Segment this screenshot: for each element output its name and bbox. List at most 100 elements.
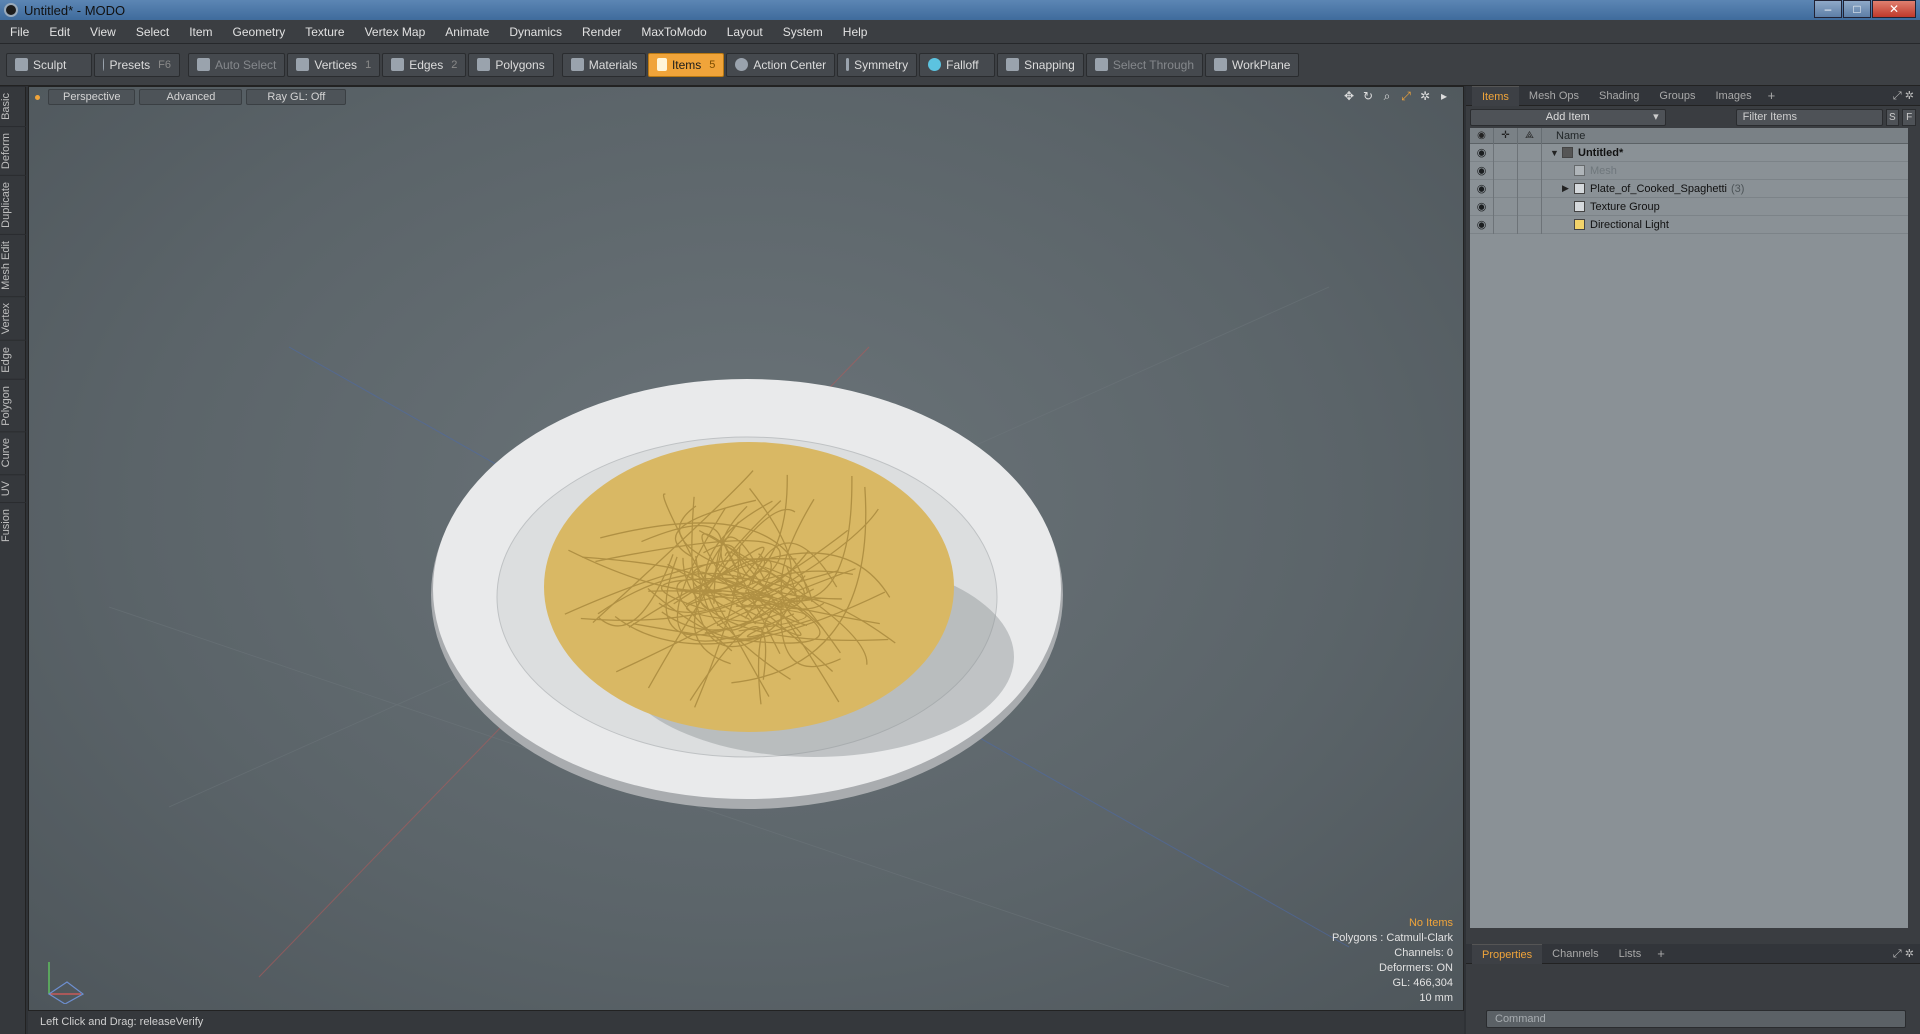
raygl-toggle[interactable]: Ray GL: Off — [246, 89, 347, 105]
rotate-icon[interactable]: ↻ — [1361, 89, 1375, 103]
viewport-settings-icon[interactable]: ✲ — [1418, 89, 1432, 103]
workplane-icon — [1214, 58, 1227, 71]
tab-properties[interactable]: Properties — [1472, 943, 1543, 964]
tab-channels[interactable]: Channels — [1542, 944, 1608, 964]
fit-view-icon[interactable]: ⤢ — [1399, 89, 1413, 103]
edges-shortcut: 2 — [451, 58, 458, 71]
3d-viewport[interactable]: Perspective Advanced Ray GL: Off ✥ ↻ ⌕ ⤢… — [28, 86, 1464, 1011]
symmetry-button[interactable]: Symmetry — [837, 52, 918, 77]
tree-item-label: Texture Group — [1590, 200, 1660, 213]
menu-maxtomodo[interactable]: MaxToModo — [631, 25, 716, 39]
panel-options-icon[interactable]: ⤢ ✲ — [1893, 89, 1914, 103]
materials-button[interactable]: Materials — [561, 52, 647, 77]
tab-polygon[interactable]: Polygon — [0, 378, 26, 432]
menu-render[interactable]: Render — [572, 25, 631, 39]
tab-mesh-ops[interactable]: Mesh Ops — [1519, 86, 1589, 106]
visibility-eye-icon[interactable]: ◉ — [1470, 161, 1494, 180]
sculpt-button[interactable]: Sculpt — [6, 52, 92, 77]
tab-shading[interactable]: Shading — [1589, 86, 1649, 106]
menu-geometry[interactable]: Geometry — [223, 25, 296, 39]
tab-basic[interactable]: Basic — [0, 86, 26, 126]
menu-select[interactable]: Select — [126, 25, 179, 39]
filter-items-input[interactable]: Filter Items — [1735, 108, 1883, 126]
visibility-eye-icon[interactable]: ◉ — [1470, 179, 1494, 198]
action-center-button[interactable]: Action Center — [726, 52, 836, 77]
left-tool-tabs: Basic Deform Duplicate Mesh Edit Vertex … — [0, 86, 26, 1034]
filter-f-button[interactable]: F — [1902, 108, 1916, 126]
menu-item[interactable]: Item — [179, 25, 222, 39]
menu-layout[interactable]: Layout — [717, 25, 773, 39]
collapse-arrow-icon[interactable]: ▼ — [1550, 148, 1562, 158]
menu-animate[interactable]: Animate — [435, 25, 499, 39]
edges-button[interactable]: Edges 2 — [382, 52, 467, 77]
command-input[interactable]: Command — [1486, 1010, 1906, 1028]
tab-lists[interactable]: Lists — [1609, 944, 1652, 964]
properties-panel-tabs: Properties Channels Lists + ⤢ ✲ — [1466, 943, 1920, 964]
workplane-button[interactable]: WorkPlane — [1205, 52, 1300, 77]
name-column-header[interactable]: Name — [1542, 130, 1585, 142]
tab-duplicate[interactable]: Duplicate — [0, 174, 26, 234]
menu-help[interactable]: Help — [833, 25, 878, 39]
shading-style-dropdown[interactable]: Advanced — [139, 89, 243, 105]
tab-mesh-edit[interactable]: Mesh Edit — [0, 233, 26, 296]
tree-row-scene[interactable]: ◉ ▼ Untitled* — [1470, 143, 1908, 162]
zoom-icon[interactable]: ⌕ — [1380, 89, 1394, 103]
visibility-eye-icon[interactable]: ◉ — [1470, 215, 1494, 234]
minimize-button[interactable]: – — [1814, 0, 1842, 18]
menu-system[interactable]: System — [773, 25, 833, 39]
tree-row-texture-group[interactable]: ◉ Texture Group — [1470, 197, 1908, 216]
light-icon — [1574, 219, 1585, 230]
tab-fusion[interactable]: Fusion — [0, 502, 26, 549]
add-tab-icon[interactable]: + — [1762, 88, 1782, 103]
presets-button[interactable]: Presets F6 — [94, 52, 180, 77]
tab-images[interactable]: Images — [1706, 86, 1762, 106]
vertices-button[interactable]: Vertices 1 — [287, 52, 381, 77]
filter-s-button[interactable]: S — [1885, 108, 1900, 126]
items-button[interactable]: Items 5 — [648, 52, 725, 77]
auto-select-button[interactable]: Auto Select — [188, 52, 286, 77]
expand-arrow-icon[interactable]: ▶ — [1562, 183, 1574, 194]
menu-edit[interactable]: Edit — [39, 25, 80, 39]
item-panel-tabs: Items Mesh Ops Shading Groups Images + ⤢… — [1466, 85, 1920, 106]
pan-icon[interactable]: ✥ — [1342, 89, 1356, 103]
visibility-eye-icon[interactable]: ◉ — [1470, 143, 1494, 162]
falloff-label: Falloff — [946, 57, 979, 72]
visibility-column-icon[interactable]: ◉ — [1470, 127, 1494, 144]
menu-file[interactable]: File — [0, 25, 39, 39]
tab-edge[interactable]: Edge — [0, 339, 26, 379]
polygons-button[interactable]: Polygons — [468, 52, 554, 77]
scene-icon — [1562, 147, 1573, 158]
tab-groups[interactable]: Groups — [1649, 86, 1705, 106]
view-type-dropdown[interactable]: Perspective — [48, 89, 136, 105]
tree-row-mesh[interactable]: ◉ Mesh — [1470, 161, 1908, 180]
tree-row-plate[interactable]: ◉ ▶ Plate_of_Cooked_Spaghetti (3) — [1470, 179, 1908, 198]
tab-items[interactable]: Items — [1472, 85, 1519, 106]
menu-dynamics[interactable]: Dynamics — [499, 25, 572, 39]
menu-texture[interactable]: Texture — [295, 25, 354, 39]
tree-row-light[interactable]: ◉ Directional Light — [1470, 215, 1908, 234]
viewport-menu-icon[interactable]: ▸ — [1437, 89, 1451, 103]
add-item-button[interactable]: Add Item — [1470, 108, 1666, 126]
tab-vertex[interactable]: Vertex — [0, 295, 26, 340]
maximize-button[interactable]: □ — [1843, 0, 1871, 18]
action-center-label: Action Center — [753, 57, 827, 72]
snapping-button[interactable]: Snapping — [997, 52, 1084, 77]
lock-column-icon[interactable]: ✛ — [1494, 127, 1518, 144]
panel-options-icon[interactable]: ⤢ ✲ — [1893, 947, 1914, 961]
menu-view[interactable]: View — [80, 25, 126, 39]
tab-deform[interactable]: Deform — [0, 125, 26, 175]
tab-uv[interactable]: UV — [0, 473, 26, 503]
visibility-eye-icon[interactable]: ◉ — [1470, 197, 1494, 216]
close-button[interactable]: ✕ — [1872, 0, 1916, 18]
deformers-info: Deformers: ON — [1379, 962, 1453, 974]
select-through-button[interactable]: Select Through — [1085, 52, 1203, 77]
render-column-icon[interactable]: ⟁ — [1518, 127, 1542, 144]
menu-vertex-map[interactable]: Vertex Map — [355, 25, 436, 39]
window-title: Untitled* - MODO — [24, 2, 126, 18]
add-tab-icon[interactable]: + — [1651, 946, 1671, 961]
symmetry-label: Symmetry — [854, 57, 909, 72]
tab-curve[interactable]: Curve — [0, 431, 26, 474]
falloff-button[interactable]: Falloff — [919, 52, 996, 77]
mesh-icon — [1574, 165, 1585, 176]
status-bar: Left Click and Drag: releaseVerify — [28, 1011, 1464, 1034]
